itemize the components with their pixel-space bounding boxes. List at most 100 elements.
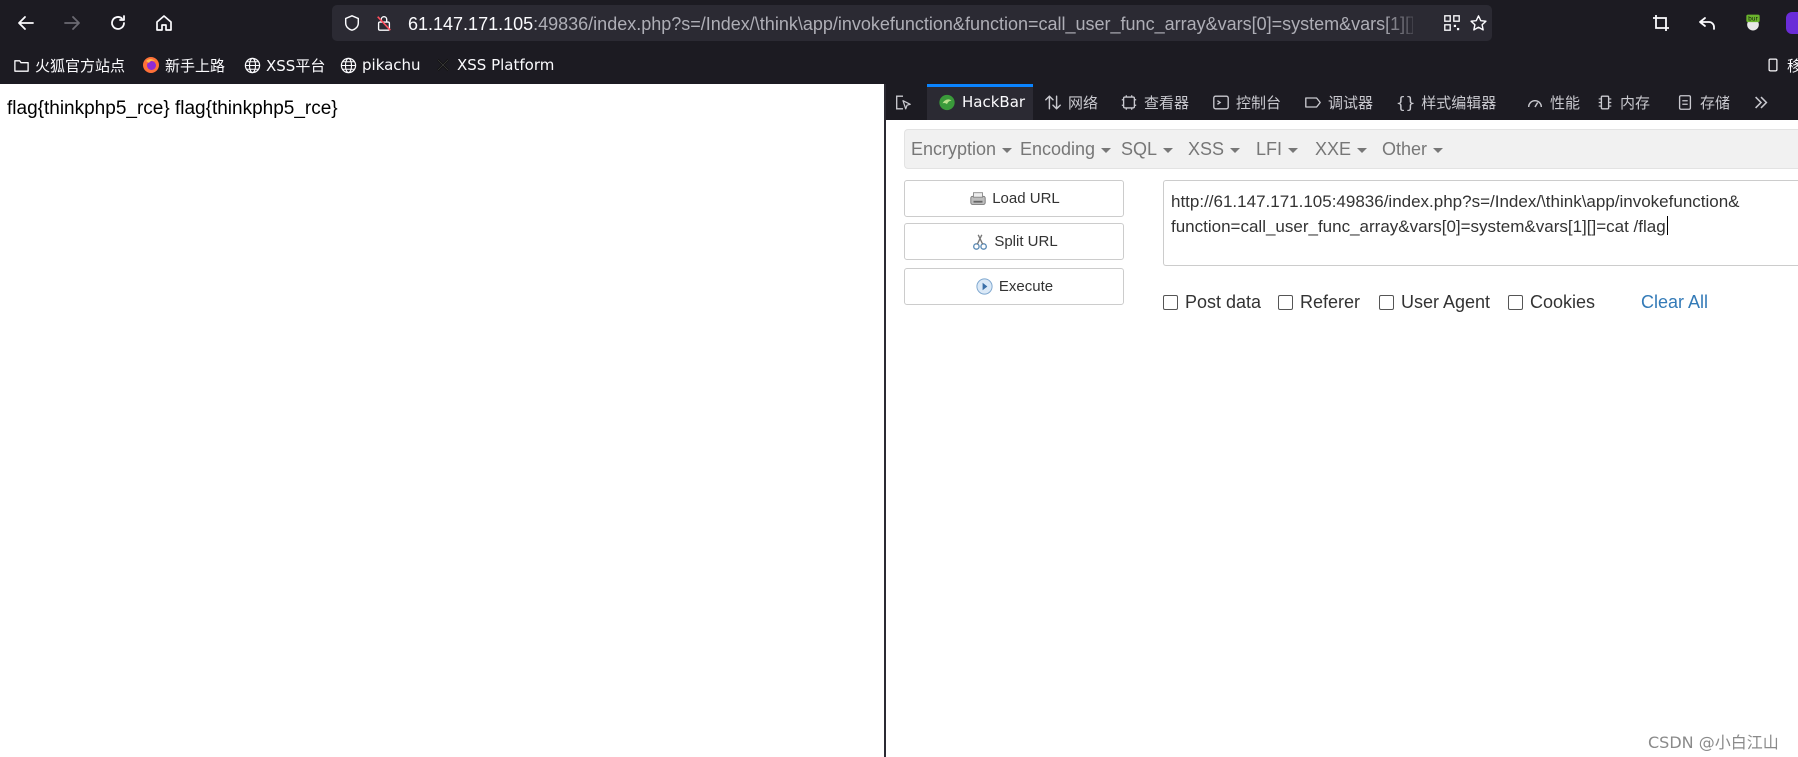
menu-other[interactable]: Other (1382, 130, 1444, 168)
burp-extension-icon[interactable]: bur (1739, 9, 1767, 37)
menu-label: Encryption (911, 138, 997, 159)
console-icon (1212, 93, 1230, 111)
split-url-button[interactable]: Split URL (904, 223, 1124, 260)
bookmark-item[interactable]: pikachu (339, 54, 421, 76)
bookmark-star-icon[interactable] (1468, 13, 1488, 33)
caret-down-icon (1002, 147, 1013, 153)
reload-icon[interactable] (104, 9, 132, 37)
performance-icon (1526, 93, 1544, 111)
globe-icon (339, 56, 357, 74)
caret-down-icon (1230, 147, 1241, 153)
qr-code-icon[interactable] (1442, 13, 1462, 33)
bookmark-item[interactable]: 新手上路 (142, 54, 225, 76)
option-label: Referer (1300, 291, 1361, 312)
tab-label: 存储 (1700, 93, 1731, 112)
button-label: Split URL (994, 233, 1058, 250)
hackbar-icon (938, 93, 956, 111)
cookies-checkbox[interactable] (1508, 294, 1523, 310)
devtools-panel: HackBar 网络 查看器 控制台 调试器 {} 样式编辑器 性能 内存 存储… (886, 84, 1798, 757)
devtools-tabbar: HackBar 网络 查看器 控制台 调试器 {} 样式编辑器 性能 内存 存储 (886, 84, 1798, 120)
play-icon (975, 277, 995, 297)
caret-down-icon (1433, 147, 1444, 153)
user-agent-option[interactable]: User Agent (1379, 290, 1490, 314)
clear-all-link[interactable]: Clear All (1641, 290, 1708, 314)
flag-output: flag{thinkphp5_rce} flag{thinkphp5_rce} (7, 98, 338, 119)
caret-down-icon (1357, 147, 1368, 153)
forward-arrow-icon[interactable] (58, 9, 86, 37)
referer-checkbox[interactable] (1278, 294, 1293, 310)
bookmark-label: XSS平台 (266, 56, 326, 75)
menu-sql[interactable]: SQL (1121, 130, 1174, 168)
bookmark-item[interactable]: XSS平台 (243, 54, 325, 76)
tab-label: 性能 (1550, 93, 1581, 112)
debugger-icon (1304, 93, 1322, 111)
menu-encryption[interactable]: Encryption (911, 130, 1013, 168)
bookmark-item[interactable]: 移 (1764, 54, 1798, 76)
tab-inspector[interactable]: 查看器 (1120, 84, 1189, 120)
tab-network[interactable]: 网络 (1044, 84, 1098, 120)
menu-label: LFI (1256, 138, 1283, 159)
referer-option[interactable]: Referer (1278, 290, 1360, 314)
menu-xss[interactable]: XSS (1188, 130, 1241, 168)
x-icon (434, 56, 452, 74)
url-line-2: function=call_user_func_array&vars[0]=sy… (1171, 217, 1666, 236)
option-label: User Agent (1401, 291, 1491, 312)
element-picker-icon[interactable] (894, 84, 912, 120)
more-tabs-chevron-icon[interactable] (1752, 84, 1770, 120)
tab-label: 调试器 (1328, 93, 1374, 112)
tab-console[interactable]: 控制台 (1212, 84, 1281, 120)
menu-label: XXE (1315, 138, 1352, 159)
shield-icon[interactable] (342, 13, 362, 33)
option-label: Cookies (1530, 291, 1596, 312)
caret-down-icon (1288, 147, 1299, 153)
inspector-icon (1120, 93, 1138, 111)
style-editor-icon: {} (1396, 92, 1416, 112)
tab-label: 网络 (1068, 93, 1099, 112)
undo-close-tab-icon[interactable] (1693, 9, 1721, 37)
network-icon (1044, 93, 1062, 111)
scissors-icon (970, 232, 990, 252)
bookmark-item[interactable]: XSS Platform (434, 54, 554, 76)
folder-icon (12, 56, 30, 74)
tab-label: 内存 (1620, 93, 1651, 112)
execute-button[interactable]: Execute (904, 268, 1124, 305)
cookies-option[interactable]: Cookies (1508, 290, 1595, 314)
tab-hackbar[interactable]: HackBar (938, 84, 1025, 120)
tab-performance[interactable]: 性能 (1526, 84, 1580, 120)
load-url-button[interactable]: Load URL (904, 180, 1124, 217)
home-icon[interactable] (150, 9, 178, 37)
menu-lfi[interactable]: LFI (1256, 130, 1299, 168)
url-host: 61.147.171.105 (408, 14, 534, 34)
insecure-lock-icon[interactable] (374, 13, 394, 33)
tab-label: 查看器 (1144, 93, 1190, 112)
bookmark-label: 火狐官方站点 (35, 56, 126, 75)
bookmark-item[interactable]: 火狐官方站点 (12, 54, 125, 76)
button-label: Load URL (992, 190, 1060, 207)
option-label: Post data (1185, 291, 1262, 312)
tab-memory[interactable]: 内存 (1596, 84, 1650, 120)
menu-xxe[interactable]: XXE (1315, 130, 1368, 168)
menu-encoding[interactable]: Encoding (1020, 130, 1112, 168)
address-bar[interactable]: 61.147.171.105:49836/index.php?s=/Index/… (332, 5, 1492, 41)
page-content: flag{thinkphp5_rce} flag{thinkphp5_rce} (0, 84, 884, 757)
back-arrow-icon[interactable] (12, 9, 40, 37)
bookmark-label: 移 (1787, 56, 1798, 75)
extension-edge-icon[interactable] (1786, 12, 1798, 34)
hackbar-url-textarea[interactable]: http://61.147.171.105:49836/index.php?s=… (1163, 180, 1798, 266)
tab-storage[interactable]: 存储 (1676, 84, 1730, 120)
url-text[interactable]: 61.147.171.105:49836/index.php?s=/Index/… (408, 13, 1413, 35)
url-path: :49836/index.php?s=/Index/\think\app/inv… (533, 14, 1413, 34)
screenshot-crop-icon[interactable] (1647, 9, 1675, 37)
post-data-checkbox[interactable] (1163, 294, 1178, 310)
bookmark-label: pikachu (362, 56, 421, 74)
tab-debugger[interactable]: 调试器 (1304, 84, 1373, 120)
bookmark-label: XSS Platform (457, 56, 555, 74)
bookmarks-bar: 火狐官方站点 新手上路 XSS平台 pikachu XSS Platform 移 (0, 46, 1798, 84)
tab-style-editor[interactable]: {} 样式编辑器 (1396, 84, 1496, 120)
memory-icon (1596, 93, 1614, 111)
user-agent-checkbox[interactable] (1379, 294, 1394, 310)
firefox-icon (142, 56, 160, 74)
menu-label: Other (1382, 138, 1428, 159)
post-data-option[interactable]: Post data (1163, 290, 1261, 314)
svg-text:bur: bur (1748, 17, 1758, 23)
